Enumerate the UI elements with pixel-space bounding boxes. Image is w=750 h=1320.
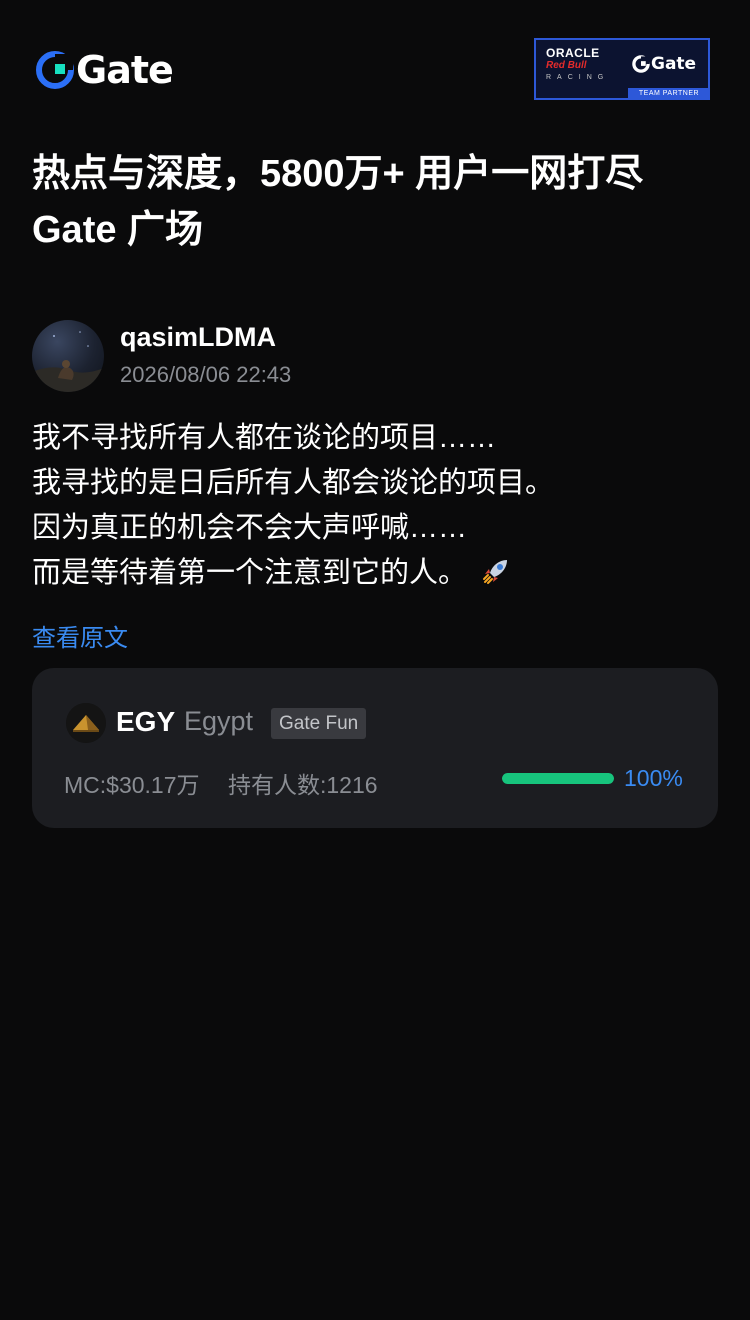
post-line-3: 因为真正的机会不会大声呼喊…… (32, 512, 468, 544)
gate-logo-icon-small (632, 55, 650, 73)
post-line-4: 而是等待着第一个注意到它的人。 (32, 557, 468, 589)
partner-badge-line1: ORACLE (546, 46, 600, 60)
page: Gate ORACLE Red Bull RACING Gate TEAM PA… (0, 0, 750, 1320)
gate-logo-icon (36, 51, 74, 89)
token-market-cap: MC:$30.17万 (64, 772, 200, 798)
pyramid-icon (66, 703, 106, 743)
post-line-1: 我不寻找所有人都在谈论的项目…… (32, 422, 497, 454)
token-progress-fill (502, 773, 614, 784)
avatar[interactable] (32, 320, 104, 392)
token-tag-badge: Gate Fun (271, 708, 367, 739)
partner-badge[interactable]: ORACLE Red Bull RACING Gate TEAM PARTNER (534, 38, 710, 100)
partner-badge-line2: Red Bull (546, 60, 587, 71)
post-body: 我不寻找所有人都在谈论的项目…… 我寻找的是日后所有人都会谈论的项目。 因为真正… (32, 416, 722, 596)
author-name[interactable]: qasimLDMA (120, 322, 276, 353)
token-symbol: EGY (116, 706, 176, 737)
token-logo-icon (66, 703, 106, 743)
partner-badge-line3: RACING (546, 74, 610, 81)
gate-logo-text: Gate (76, 48, 174, 92)
post-line-2: 我寻找的是日后所有人都会谈论的项目。 (32, 467, 555, 499)
avatar-image (32, 331, 104, 392)
token-name: Egypt (184, 706, 254, 736)
page-headline: 热点与深度，5800万+ 用户一网打尽 Gate 广场 (32, 146, 722, 258)
headline-line-1: 热点与深度，5800万+ 用户一网打尽 (32, 153, 644, 195)
token-progress-bar (502, 773, 614, 784)
headline-line-2: Gate 广场 (32, 209, 204, 251)
token-card[interactable]: EGY Egypt Gate Fun MC:$30.17万 持有人数:1216 … (32, 668, 718, 828)
token-progress-label: 100% (624, 765, 683, 791)
partner-gate-text: Gate (651, 54, 697, 74)
view-original-link[interactable]: 查看原文 (32, 618, 128, 653)
rocket-icon (483, 560, 508, 584)
gate-logo[interactable]: Gate (36, 48, 174, 92)
partner-badge-footer: TEAM PARTNER (628, 88, 710, 100)
token-holders: 持有人数:1216 (228, 772, 378, 798)
partner-gate-logo: Gate (632, 54, 696, 74)
post-line-4-row: 而是等待着第一个注意到它的人。 (32, 551, 722, 596)
post-timestamp: 2026/08/06 22:43 (120, 362, 292, 387)
